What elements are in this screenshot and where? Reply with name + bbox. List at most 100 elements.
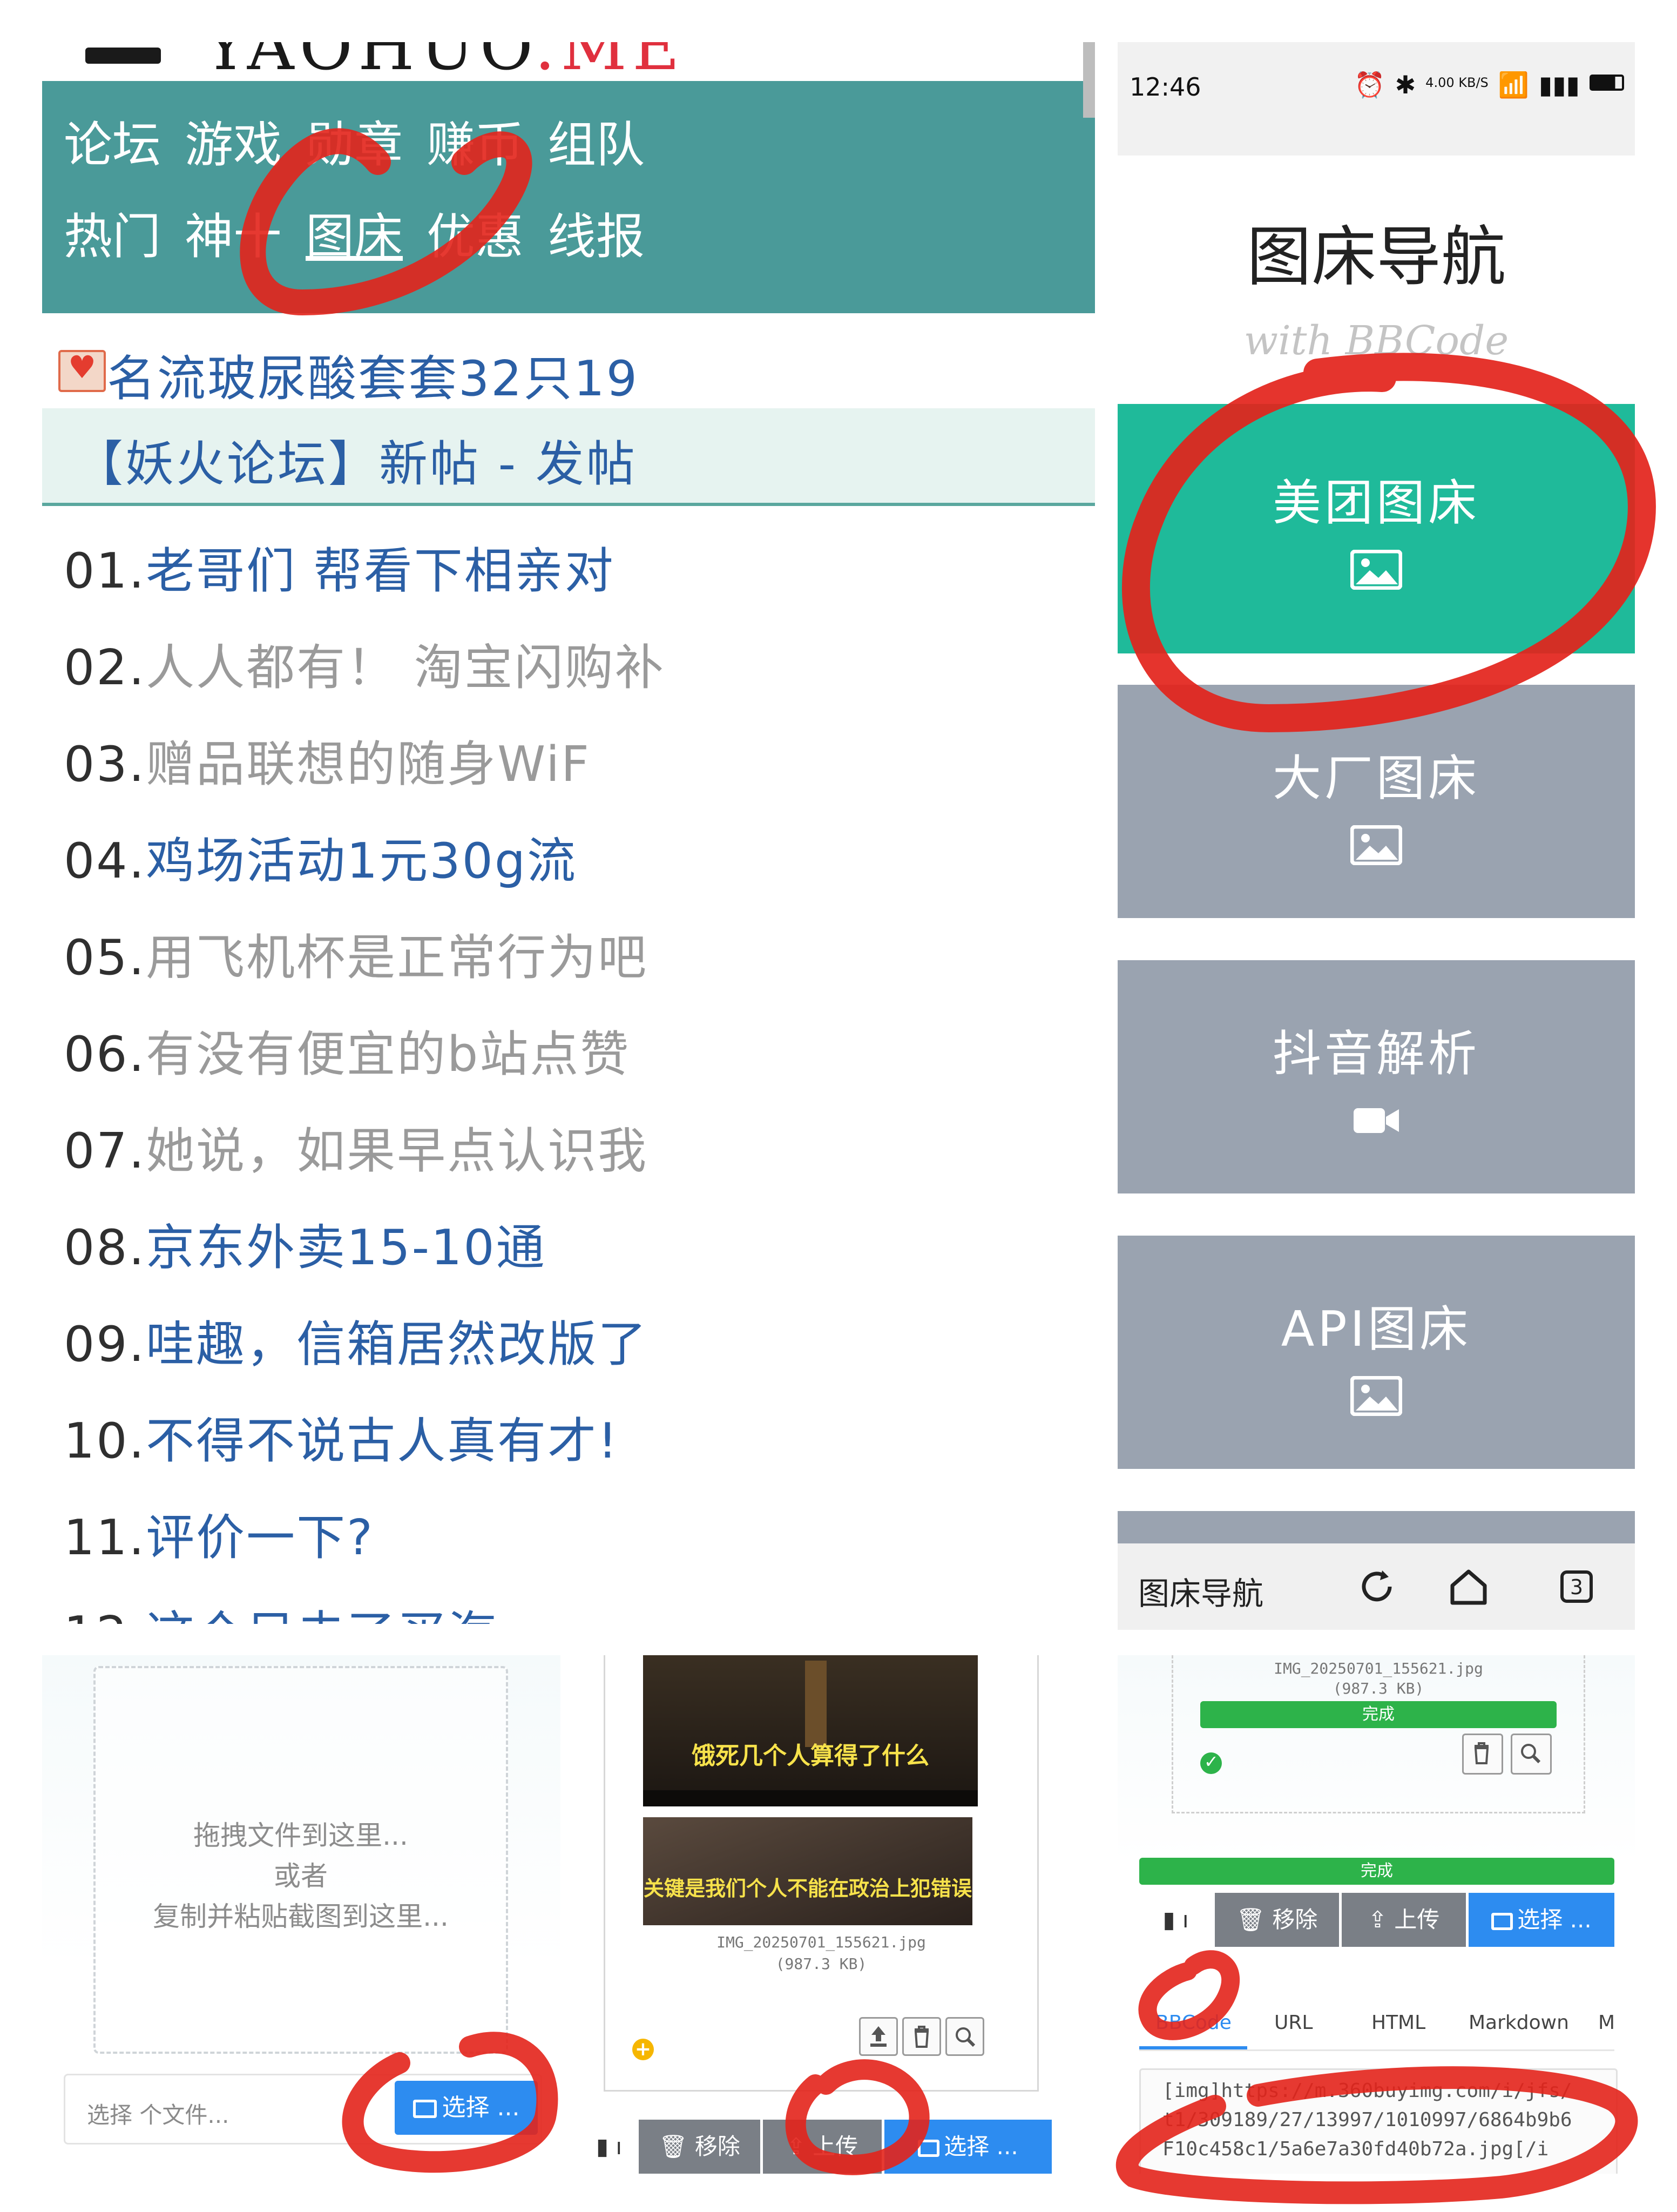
tab-bbcode[interactable]: BBCode (1155, 2012, 1232, 2034)
post-title[interactable]: 哇趣，信箱居然改版了 (146, 1316, 648, 1373)
overall-progress-bar: 完成 (1139, 1858, 1614, 1885)
list-item[interactable]: 01.老哥们 帮看下相亲对 (64, 528, 1090, 625)
post-title[interactable]: 人人都有！ 淘宝闪购补 (146, 639, 665, 696)
image-icon (1350, 825, 1403, 866)
zoom-file-button[interactable] (1511, 1734, 1552, 1775)
status-bar: 12:46 ⏰ ✱ 4.00 KB/S 📶 ▮▮▮ (1118, 42, 1635, 156)
nav-item-earn-coins[interactable]: 赚币 (427, 105, 524, 176)
preview-thumbnail: 关键是我们个人不能在政治上犯错误 (643, 1817, 972, 1925)
post-number: 04. (64, 833, 146, 889)
tab-markdown[interactable]: Markdown (1469, 2012, 1569, 2034)
post-title[interactable]: 鸡场活动1元30g流 (146, 833, 577, 889)
tab-url[interactable]: URL (1274, 2012, 1313, 2034)
select-button[interactable]: 选择 ... (1469, 1893, 1614, 1947)
tab-html[interactable]: HTML (1371, 2012, 1425, 2034)
forum-panel: YAOHUO.ME 论坛 游戏 勋章 赚币 组队 热门 神十 图床 优惠 线报 … (42, 42, 1095, 1630)
file-input-placeholder: 选择 个文件... (87, 2102, 229, 2128)
status-time: 12:46 (1130, 72, 1201, 102)
list-item[interactable]: 12.这个目去了买汽 (64, 1591, 1090, 1624)
tile-api-image-host[interactable]: API图床 (1118, 1236, 1635, 1469)
alarm-icon: ⏰ (1354, 70, 1385, 99)
post-number: 09. (64, 1316, 146, 1373)
post-title[interactable]: 用飞机杯是正常行为吧 (146, 929, 648, 986)
post-title[interactable]: 老哥们 帮看下相亲对 (146, 543, 615, 599)
list-item[interactable]: 04.鸡场活动1元30g流 (64, 818, 1090, 915)
list-item[interactable]: 10.不得不说古人真有才! (64, 1398, 1090, 1495)
thumb-bar (643, 1790, 978, 1806)
tile-big-tech-image-host[interactable]: 大厂图床 (1118, 685, 1635, 918)
nav-item-medals[interactable]: 勋章 (306, 105, 403, 176)
wifi-icon: 📶 (1498, 70, 1530, 99)
code-line: F10c458c1/5a6e7a30fd40b72a.jpg[/i (1162, 2138, 1549, 2160)
tab-more[interactable]: M (1598, 2012, 1615, 2034)
reload-icon[interactable] (1355, 1565, 1398, 1608)
nav-item-hot[interactable]: 热门 (64, 197, 161, 267)
thumb-figure (805, 1661, 827, 1747)
site-logo[interactable]: YAOHUO.ME (42, 42, 1095, 80)
heart-badge-icon (58, 349, 106, 392)
drop-zone[interactable]: 拖拽文件到这里... 或者 复制并粘贴截图到这里... (93, 1666, 508, 2054)
file-count: ▮ ı (1139, 1893, 1212, 1947)
list-item[interactable]: 02.人人都有！ 淘宝闪购补 (64, 625, 1090, 721)
select-file-label: 选择 ... (442, 2094, 520, 2121)
list-item[interactable]: 05.用飞机杯是正常行为吧 (64, 915, 1090, 1011)
folder-icon (918, 2139, 940, 2157)
file-progress-bar: 完成 (1200, 1701, 1557, 1728)
list-item[interactable]: 07.她说，如果早点认识我 (64, 1108, 1090, 1205)
post-title[interactable]: 评价一下? (146, 1509, 374, 1566)
post-number: 03. (64, 736, 146, 793)
net-speed: 4.00 KB/S (1425, 75, 1489, 90)
nav-item-shen-ten[interactable]: 神十 (185, 197, 282, 267)
post-title[interactable]: 赠品联想的随身WiF (146, 736, 591, 793)
active-tab-indicator (1139, 2046, 1247, 2049)
phone-screen: 12:46 ⏰ ✱ 4.00 KB/S 📶 ▮▮▮ 图床导航 with BBCo… (1118, 42, 1635, 1630)
nav-item-deals[interactable]: 优惠 (427, 197, 524, 267)
nav-item-tips[interactable]: 线报 (547, 197, 645, 267)
list-item[interactable]: 09.哇趣，信箱居然改版了 (64, 1301, 1090, 1398)
post-title[interactable]: 她说，如果早点认识我 (146, 1123, 648, 1179)
upload-label: 上传 (1394, 1906, 1440, 1933)
browser-bottom-bar: 图床导航 3 (1118, 1543, 1635, 1630)
list-item[interactable]: 06.有没有便宜的b站点赞 (64, 1011, 1090, 1108)
post-title[interactable]: 有没有便宜的b站点赞 (146, 1026, 630, 1083)
trash-icon (914, 2026, 929, 2048)
post-title[interactable]: 京东外卖15-10通 (146, 1219, 546, 1276)
post-title[interactable]: 不得不说古人真有才! (146, 1413, 619, 1469)
featured-headline[interactable]: 名流玻尿酸套套32只19 (42, 334, 1095, 407)
tile-meituan-image-host[interactable]: 美团图床 (1118, 404, 1635, 653)
code-output-textarea[interactable]: [img]https://m.360buyimg.com/i/jfs/ t1/3… (1139, 2068, 1618, 2174)
tab-count-button[interactable]: 3 (1560, 1570, 1593, 1603)
nav-row-2: 热门 神十 图床 优惠 线报 (64, 197, 645, 267)
list-item[interactable]: 11.评价一下? (64, 1495, 1090, 1591)
upload-button[interactable]: ⇪ 上传 (763, 2120, 882, 2174)
delete-file-button[interactable] (902, 2017, 941, 2056)
post-number: 12. (64, 1606, 146, 1624)
folder-icon (1491, 1912, 1513, 1930)
select-file-button[interactable]: 选择 ... (395, 2081, 538, 2135)
nav-item-forum[interactable]: 论坛 (64, 105, 161, 176)
code-line: [img]https://m.360buyimg.com/i/jfs/ (1162, 2080, 1572, 2102)
list-item[interactable]: 08.京东外卖15-10通 (64, 1205, 1090, 1301)
upload-button[interactable]: ⇪ 上传 (1342, 1893, 1466, 1947)
image-icon (1350, 1375, 1403, 1417)
remove-button[interactable]: 🗑 移除 (639, 2120, 760, 2174)
zoom-file-button[interactable] (945, 2017, 984, 2056)
remove-button[interactable]: 🗑 移除 (1215, 1893, 1339, 1947)
home-icon[interactable] (1447, 1565, 1490, 1608)
select-button[interactable]: 选择 ... (884, 2120, 1052, 2174)
nav-item-team[interactable]: 组队 (547, 105, 645, 176)
scrollbar[interactable] (1083, 42, 1095, 118)
tile-douyin-parse[interactable]: 抖音解析 (1118, 960, 1635, 1193)
upload-file-button[interactable] (859, 2017, 898, 2056)
list-item[interactable]: 03.赠品联想的随身WiF (64, 721, 1090, 818)
section-bar-text[interactable]: 【妖火论坛】新帖 - 发帖 (75, 424, 637, 495)
nav-item-games[interactable]: 游戏 (185, 105, 282, 176)
post-number: 11. (64, 1509, 146, 1566)
file-input[interactable]: 选择 个文件... 选择 ... (64, 2074, 542, 2144)
nav-item-image-host[interactable]: 图床 (306, 197, 403, 267)
post-title[interactable]: 这个目去了买汽 (146, 1606, 497, 1624)
tile-partial[interactable] (1118, 1511, 1635, 1543)
delete-file-button[interactable] (1462, 1734, 1503, 1775)
code-line: t1/309189/27/13997/1010997/6864b9b6 (1162, 2109, 1572, 2131)
file-name: IMG_20250701_155621.jpg (716, 1933, 926, 1951)
